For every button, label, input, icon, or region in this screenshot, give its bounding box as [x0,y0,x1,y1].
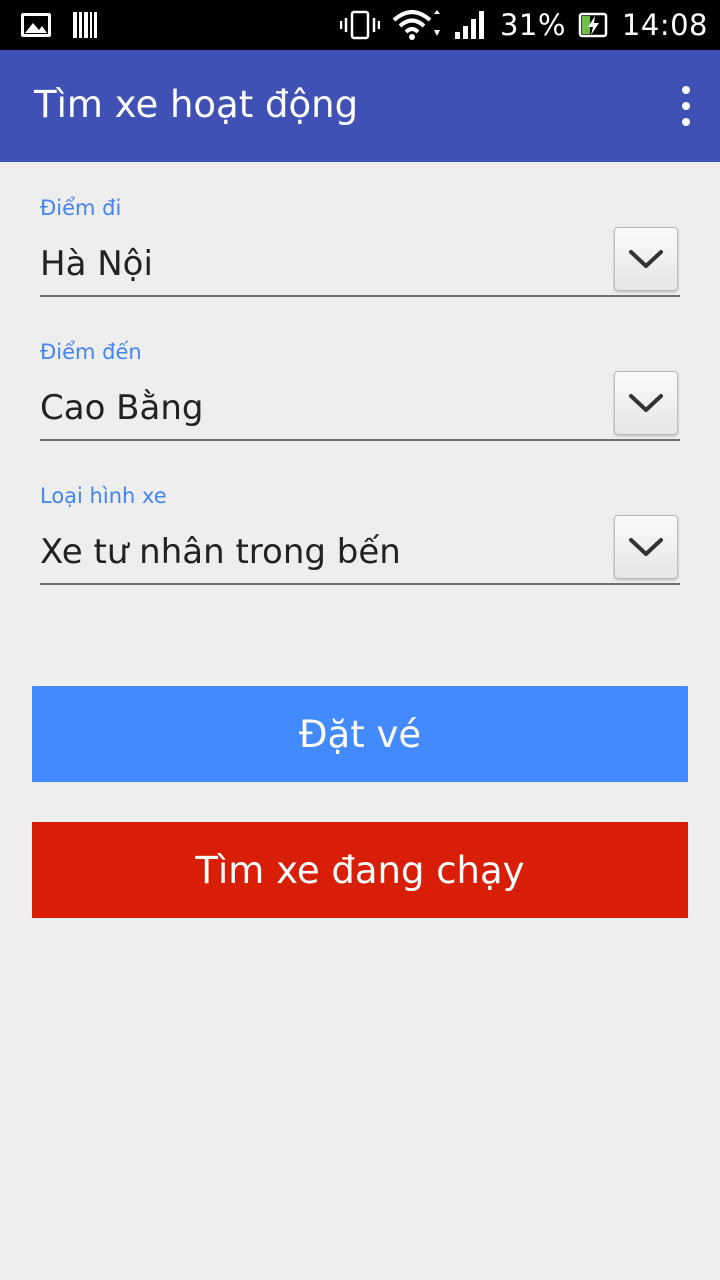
status-bar: 31% 14:08 [0,0,720,50]
barcode-icon [72,11,98,39]
vehicle-type-underline [40,583,680,585]
destination-label: Điểm đến [40,340,142,364]
chevron-down-icon [629,394,663,412]
find-running-bus-button[interactable]: Tìm xe đang chạy [32,822,688,918]
battery-percent: 31% [499,8,566,42]
wifi-icon [392,10,442,40]
vehicle-type-field[interactable]: Loại hình xe Xe tư nhân trong bến [40,484,680,594]
clock: 14:08 [621,8,708,42]
page-title: Tìm xe hoạt động [34,83,359,126]
destination-dropdown-button[interactable] [614,371,678,435]
book-ticket-button[interactable]: Đặt vé [32,686,688,782]
departure-value[interactable]: Hà Nội [40,244,153,284]
vibrate-icon [339,10,380,40]
battery-charging-icon [578,10,610,40]
departure-field[interactable]: Điểm đi Hà Nội [40,196,680,306]
status-bar-notifications [20,0,98,50]
status-bar-system: 31% 14:08 [339,0,708,50]
departure-label: Điểm đi [40,196,122,220]
destination-underline [40,439,680,441]
chevron-down-icon [629,538,663,556]
menu-dot [682,86,690,94]
signal-icon [454,10,488,40]
app-bar: Tìm xe hoạt động [0,50,720,162]
vehicle-type-dropdown-button[interactable] [614,515,678,579]
gallery-icon [20,12,52,38]
vehicle-type-label: Loại hình xe [40,484,167,508]
menu-dot [682,118,690,126]
vehicle-type-value[interactable]: Xe tư nhân trong bến [40,532,401,572]
departure-dropdown-button[interactable] [614,227,678,291]
destination-field[interactable]: Điểm đến Cao Bằng [40,340,680,450]
departure-underline [40,295,680,297]
chevron-down-icon [629,250,663,268]
destination-value[interactable]: Cao Bằng [40,388,203,428]
overflow-menu-icon[interactable] [678,86,694,126]
menu-dot [682,102,690,110]
